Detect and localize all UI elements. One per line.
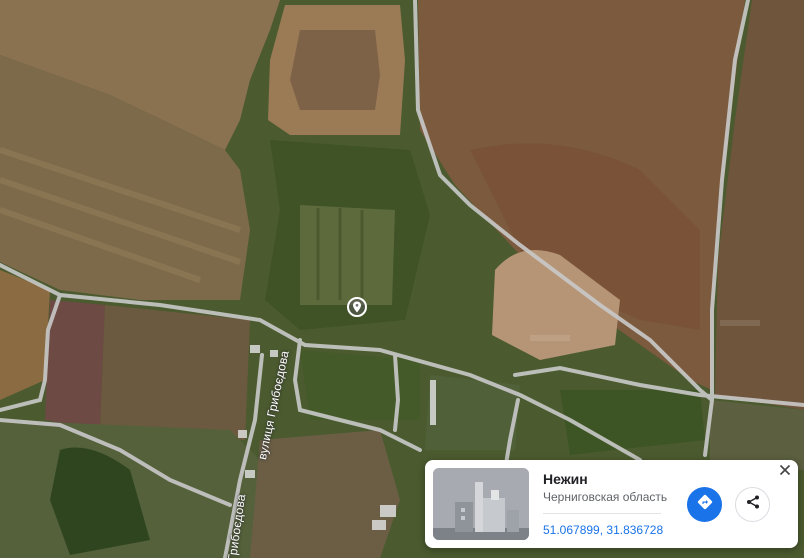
close-button[interactable]: [776, 463, 794, 481]
place-pin-icon[interactable]: [347, 297, 367, 317]
directions-icon: [696, 493, 714, 516]
place-thumbnail[interactable]: [433, 468, 529, 540]
place-info-card: Нежин Черниговская область 51.067899, 31…: [425, 460, 798, 548]
share-icon: [745, 494, 761, 515]
place-title: Нежин: [543, 471, 588, 487]
card-divider: [543, 513, 661, 514]
directions-button[interactable]: [687, 487, 722, 522]
place-coordinates-link[interactable]: 51.067899, 31.836728: [543, 523, 663, 537]
close-icon: [779, 463, 791, 481]
place-region: Черниговская область: [543, 490, 668, 504]
share-button[interactable]: [735, 487, 770, 522]
